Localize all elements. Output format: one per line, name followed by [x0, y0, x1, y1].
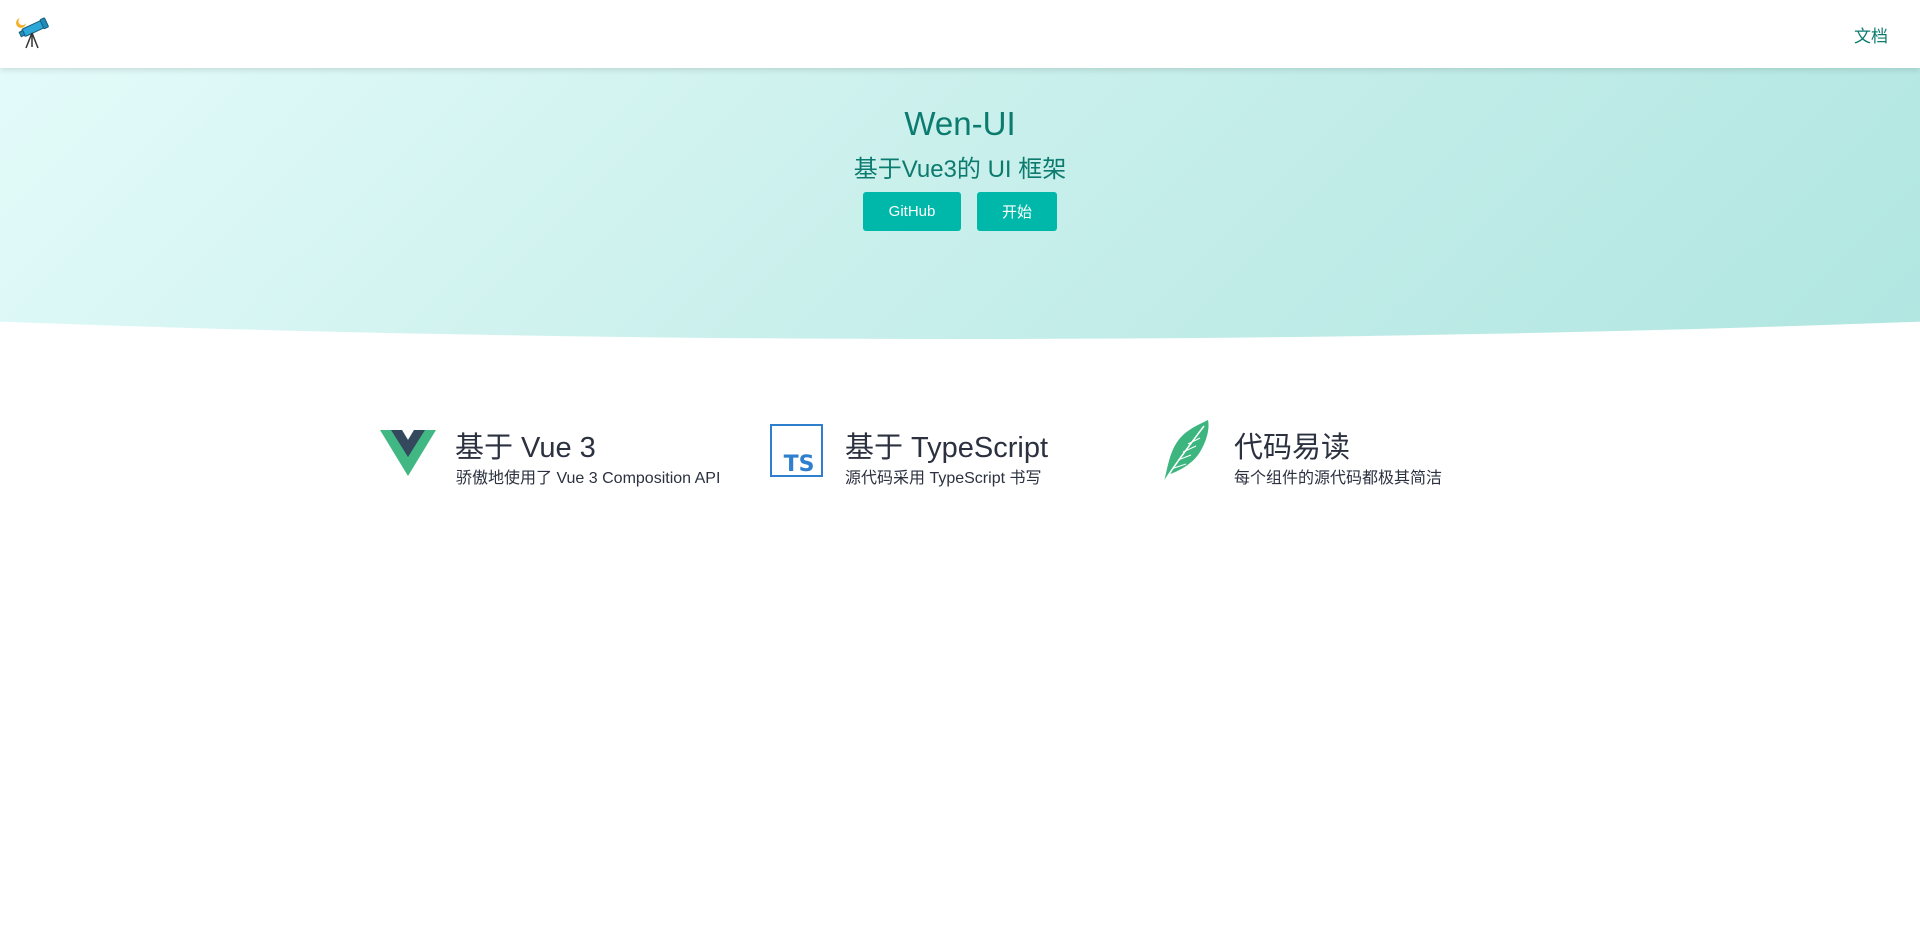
feature-description: 骄傲地使用了 Vue 3 Composition API — [456, 470, 721, 487]
top-navbar: 文档 — [0, 0, 1920, 68]
feature-description: 源代码采用 TypeScript 书写 — [845, 470, 1042, 487]
feather-icon — [1160, 418, 1212, 484]
feature-title: 代码易读 — [1234, 432, 1351, 464]
vue-logo-icon — [380, 424, 436, 480]
svg-text:TS: TS — [784, 452, 815, 477]
feature-title: 基于 Vue 3 — [455, 432, 596, 464]
start-button[interactable]: 开始 — [977, 192, 1057, 231]
nav-docs-link[interactable]: 文档 — [1854, 22, 1888, 47]
telescope-icon[interactable] — [14, 14, 50, 50]
hero-subtitle: 基于Vue3的 UI 框架 — [853, 156, 1067, 183]
feature-title: 基于 TypeScript — [845, 432, 1049, 464]
feature-description: 每个组件的源代码都极其简洁 — [1234, 470, 1443, 487]
typescript-logo-icon: TS — [770, 424, 823, 477]
hero-title: Wen-UI — [904, 105, 1016, 142]
github-button[interactable]: GitHub — [863, 192, 961, 231]
